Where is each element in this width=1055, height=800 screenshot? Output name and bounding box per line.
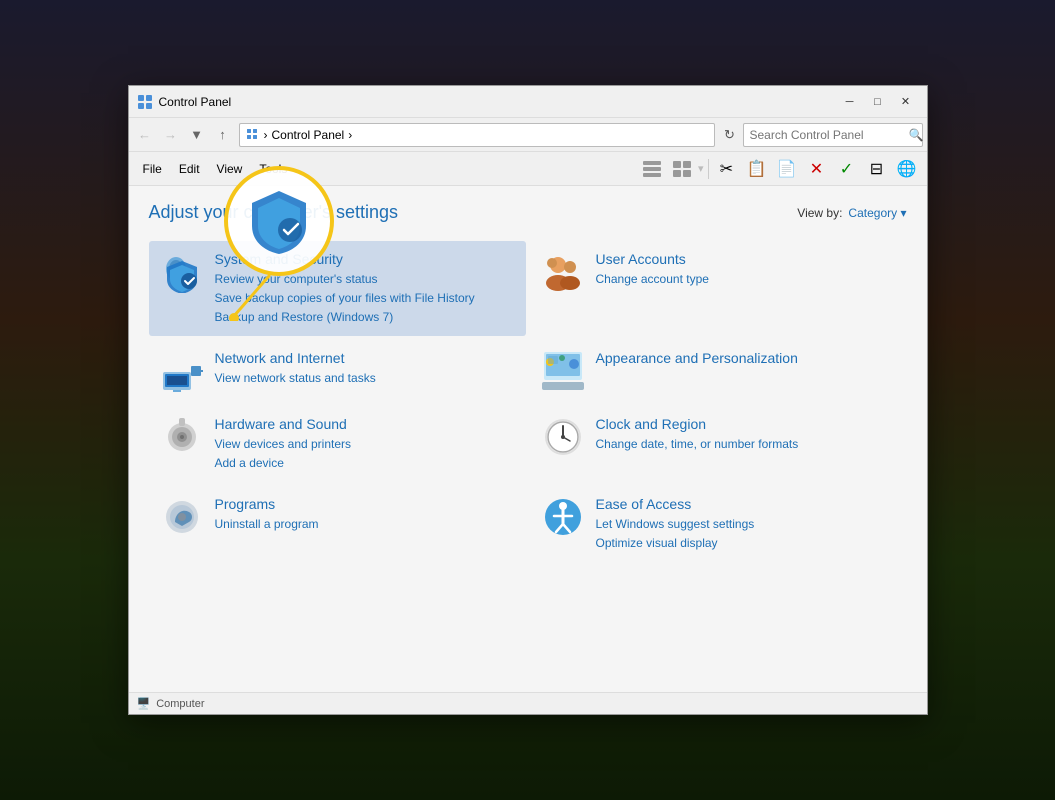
status-bar: 🖥️ Computer	[129, 692, 927, 714]
view-network-status-link[interactable]: View network status and tasks	[215, 369, 514, 387]
up-button[interactable]: ↑	[211, 123, 235, 147]
refresh-button[interactable]: ↻	[719, 123, 741, 147]
computer-status-label: Computer	[156, 698, 204, 710]
review-status-link[interactable]: Review your computer's status	[215, 270, 514, 288]
appearance-title[interactable]: Appearance and Personalization	[596, 350, 895, 366]
category-ease-of-access[interactable]: Ease of Access Let Windows suggest setti…	[530, 486, 907, 562]
toolbar-help-button[interactable]: 🌐	[893, 156, 921, 182]
control-panel-window: Control Panel ─ □ ✕ ← → ▼ ↑ › Control Pa…	[128, 85, 928, 715]
toolbar-paste-button[interactable]: 📄	[773, 156, 801, 182]
ease-of-access-icon	[542, 496, 584, 538]
menu-view[interactable]: View	[209, 158, 251, 180]
categories-grid: System and Security Review your computer…	[149, 241, 907, 562]
change-date-time-link[interactable]: Change date, time, or number formats	[596, 435, 895, 453]
address-bar: ← → ▼ ↑ › Control Panel › ↻ 🔍	[129, 118, 927, 152]
add-device-link[interactable]: Add a device	[215, 454, 514, 472]
toolbar: File Edit View Tools ▾ ✂ 📋 📄 ✕ ✓ ⊟ 🌐	[129, 152, 927, 186]
window-controls: ─ □ ✕	[837, 91, 919, 113]
network-internet-title[interactable]: Network and Internet	[215, 350, 514, 366]
path-icon	[246, 128, 260, 142]
view-by-control: View by: Category ▾	[797, 206, 906, 220]
uninstall-program-link[interactable]: Uninstall a program	[215, 515, 514, 533]
toolbar-view-button[interactable]	[668, 156, 696, 182]
search-input[interactable]	[750, 128, 905, 142]
toolbar-delete-button[interactable]: ✕	[803, 156, 831, 182]
user-accounts-title[interactable]: User Accounts	[596, 251, 895, 267]
category-programs[interactable]: Programs Uninstall a program	[149, 486, 526, 562]
network-internet-icon	[161, 350, 203, 392]
user-accounts-icon	[542, 251, 584, 293]
category-clock-region[interactable]: Clock and Region Change date, time, or n…	[530, 406, 907, 482]
view-by-value[interactable]: Category ▾	[848, 206, 906, 220]
toolbar-check-button[interactable]: ✓	[833, 156, 861, 182]
search-box[interactable]: 🔍	[743, 123, 923, 147]
category-user-accounts[interactable]: User Accounts Change account type	[530, 241, 907, 336]
appearance-icon	[542, 350, 584, 392]
hardware-sound-title[interactable]: Hardware and Sound	[215, 416, 514, 432]
clock-region-icon	[542, 416, 584, 458]
toolbar-copy-button[interactable]: 📋	[743, 156, 771, 182]
clock-region-title[interactable]: Clock and Region	[596, 416, 895, 432]
windows-suggest-link[interactable]: Let Windows suggest settings	[596, 515, 895, 533]
toolbar-organize-button[interactable]	[638, 156, 666, 182]
file-history-link[interactable]: Save backup copies of your files with Fi…	[215, 289, 514, 307]
address-path[interactable]: › Control Panel ›	[239, 123, 715, 147]
menu-file[interactable]: File	[135, 158, 170, 180]
category-hardware-sound[interactable]: Hardware and Sound View devices and prin…	[149, 406, 526, 482]
content-area: Adjust your computer's settings View by:…	[129, 186, 927, 692]
title-bar: Control Panel ─ □ ✕	[129, 86, 927, 118]
window-icon	[137, 94, 153, 110]
programs-title[interactable]: Programs	[215, 496, 514, 512]
recent-locations-button[interactable]: ▼	[185, 123, 209, 147]
search-icon: 🔍	[909, 128, 924, 142]
close-button[interactable]: ✕	[893, 91, 919, 113]
toolbar-icons: ▾ ✂ 📋 📄 ✕ ✓ ⊟ 🌐	[638, 156, 921, 182]
system-security-icon	[161, 251, 203, 293]
system-security-title[interactable]: System and Security	[215, 251, 514, 267]
toolbar-properties-button[interactable]: ⊟	[863, 156, 891, 182]
category-network-internet[interactable]: Network and Internet View network status…	[149, 340, 526, 402]
ease-of-access-title[interactable]: Ease of Access	[596, 496, 895, 512]
content-header: Adjust your computer's settings View by:…	[149, 202, 907, 223]
back-button[interactable]: ←	[133, 123, 157, 147]
backup-restore-link[interactable]: Backup and Restore (Windows 7)	[215, 308, 514, 326]
change-account-type-link[interactable]: Change account type	[596, 270, 895, 288]
menu-tools[interactable]: Tools	[251, 158, 295, 180]
optimize-visual-link[interactable]: Optimize visual display	[596, 534, 895, 552]
path-sep: ›	[348, 128, 352, 142]
hardware-sound-icon	[161, 416, 203, 458]
path-label: Control Panel	[272, 128, 345, 142]
programs-icon	[161, 496, 203, 538]
forward-button[interactable]: →	[159, 123, 183, 147]
category-appearance-personalization[interactable]: Appearance and Personalization	[530, 340, 907, 402]
window-title: Control Panel	[159, 95, 837, 109]
view-devices-printers-link[interactable]: View devices and printers	[215, 435, 514, 453]
category-system-security[interactable]: System and Security Review your computer…	[149, 241, 526, 336]
toolbar-separator	[708, 159, 709, 179]
computer-status-icon: 🖥️	[137, 697, 151, 710]
page-title: Adjust your computer's settings	[149, 202, 399, 223]
view-by-label: View by:	[797, 206, 842, 220]
toolbar-cut-button[interactable]: ✂	[713, 156, 741, 182]
minimize-button[interactable]: ─	[837, 91, 863, 113]
menu-edit[interactable]: Edit	[171, 158, 208, 180]
path-text: ›	[264, 128, 268, 142]
maximize-button[interactable]: □	[865, 91, 891, 113]
